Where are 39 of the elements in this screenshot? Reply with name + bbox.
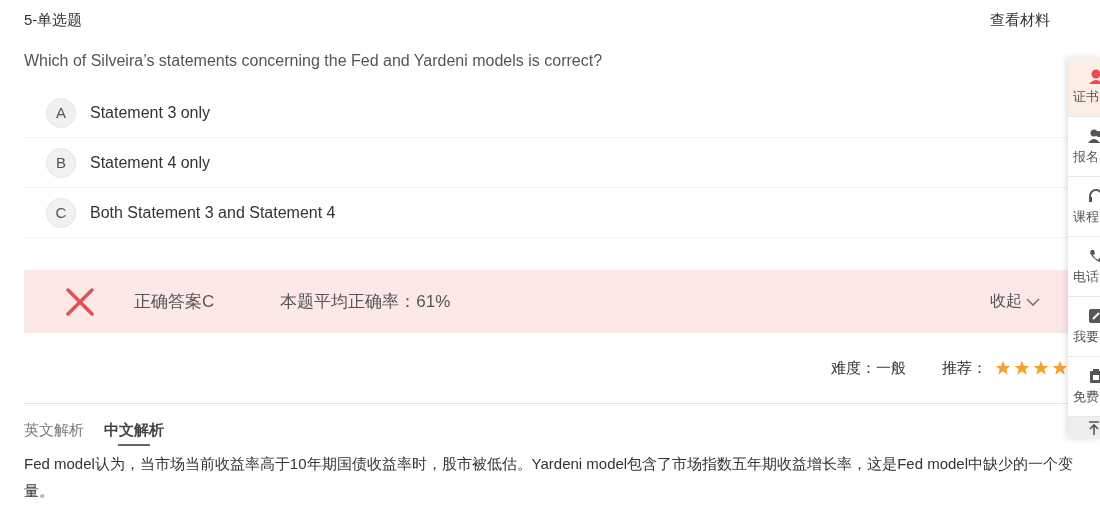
view-material-link[interactable]: 查看材料 <box>990 10 1050 30</box>
analysis-text: Fed model认为，当市场当前收益率高于10年期国债收益率时，股市被低估。Yardeni model包含了市场指数五年期收益增长率，这是Fed model中缺少的一个变量。 <box>24 454 1075 501</box>
side-item-label: 报名 <box>1073 147 1099 166</box>
side-item[interactable]: 报名 <box>1068 117 1100 177</box>
side-item-label: 免费 <box>1073 387 1099 406</box>
question-text: Which of Silveira’s statements concerning the Fed and Yardeni models is correct? <box>24 51 604 71</box>
side-item-label: 电话 <box>1073 267 1099 286</box>
collapse-link[interactable]: 收起 <box>990 291 1022 312</box>
option-text: Statement 3 only <box>90 103 211 122</box>
option-letter[interactable]: C <box>46 197 76 228</box>
analysis-tab[interactable]: 中文解析 <box>104 420 164 446</box>
phone-icon <box>1088 247 1100 264</box>
chevron-down-icon[interactable] <box>1026 296 1040 307</box>
question-type: 5-单选题 <box>24 10 83 30</box>
star-icon <box>995 360 1011 376</box>
option-letter[interactable]: A <box>46 97 76 128</box>
headset-icon <box>1088 187 1100 204</box>
side-item[interactable]: 我要 <box>1068 297 1100 357</box>
star-icon <box>1033 360 1049 376</box>
analysis-tab[interactable]: 英文解析 <box>24 420 84 446</box>
option-text: Both Statement 3 and Statement 4 <box>90 203 336 222</box>
star-icon <box>1014 360 1030 376</box>
cross-icon <box>66 287 94 316</box>
side-item-label: 课程 <box>1073 207 1099 226</box>
option-text: Statement 4 only <box>90 153 211 172</box>
recommend-label: 推荐： <box>942 358 987 378</box>
side-item-label: 证书 <box>1073 87 1099 106</box>
difficulty-label: 难度：一般 <box>831 358 906 378</box>
star-icon <box>1052 360 1068 376</box>
people-icon <box>1088 127 1100 144</box>
average-rate: 本题平均正确率：61% <box>280 291 451 313</box>
option-letter[interactable]: B <box>46 147 76 178</box>
side-item-label: 我要 <box>1073 327 1099 346</box>
side-item[interactable]: 电话 <box>1068 237 1100 297</box>
side-item[interactable]: 课程 <box>1068 177 1100 237</box>
side-item[interactable]: 证书 <box>1068 57 1100 117</box>
correct-answer: 正确答案C <box>134 291 215 313</box>
agent-icon <box>1088 67 1100 84</box>
up-arrow-icon[interactable] <box>1088 421 1100 435</box>
